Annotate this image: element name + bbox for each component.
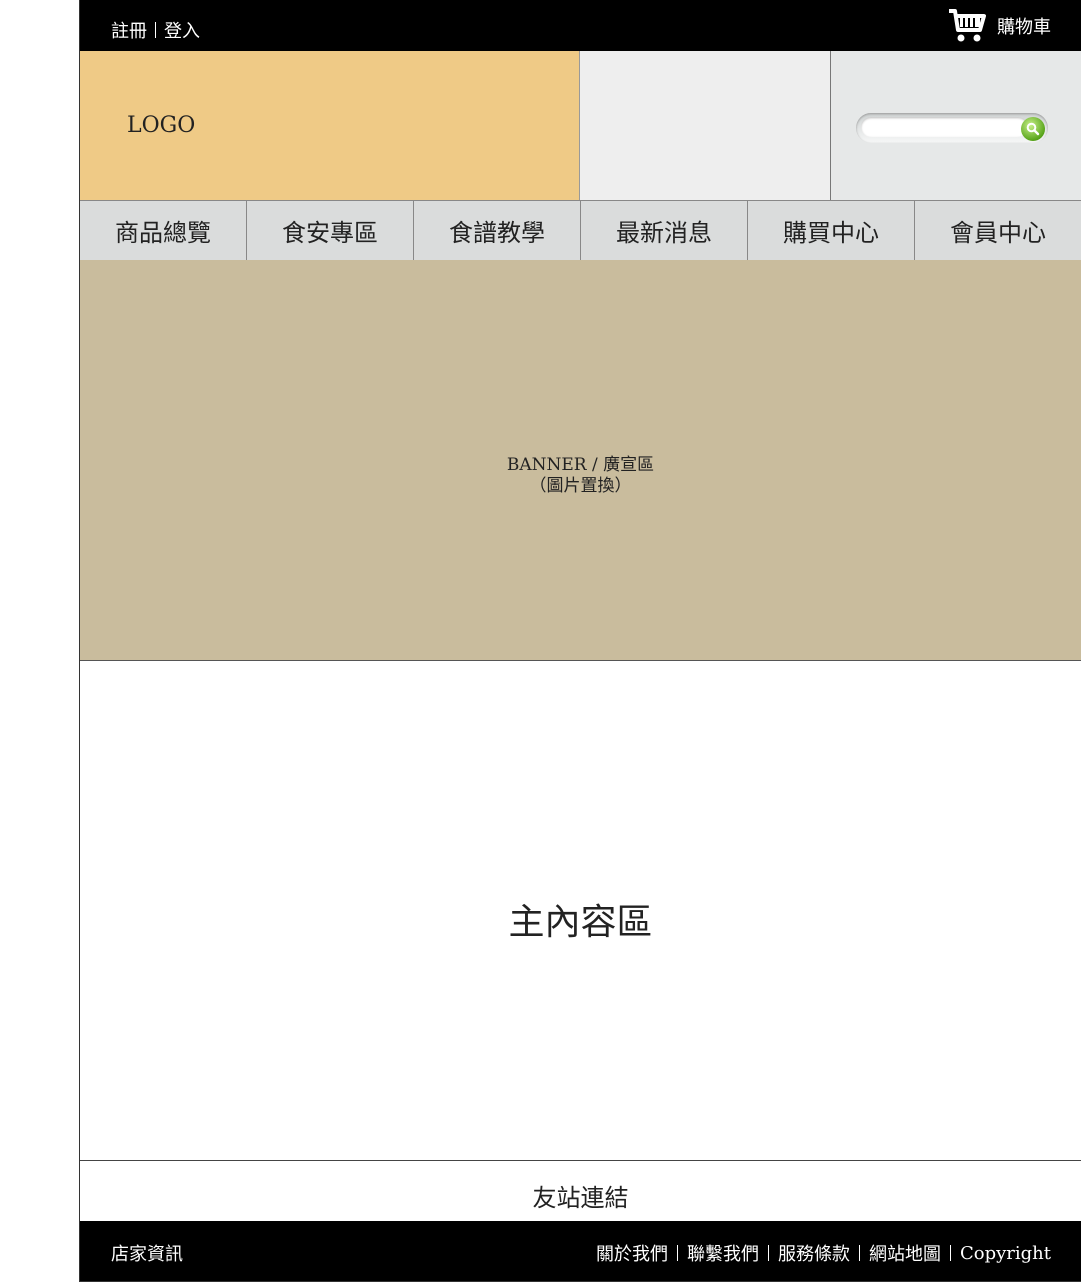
shop-info-link[interactable]: 店家資訊 <box>111 1240 183 1266</box>
search-box <box>856 113 1048 143</box>
footer: 店家資訊 關於我們 聯繫我們 服務條款 網站地圖 Copyright <box>80 1221 1081 1281</box>
banner[interactable]: BANNER / 廣宣區 （圖片置換） <box>80 260 1081 661</box>
header: LOGO <box>80 51 1081 200</box>
nav-item-news[interactable]: 最新消息 <box>581 201 748 260</box>
main-content-label: 主內容區 <box>508 902 653 943</box>
register-link[interactable]: 註冊 <box>111 17 147 43</box>
footer-link-about[interactable]: 關於我們 <box>596 1240 668 1266</box>
footer-link-contact[interactable]: 聯繫我們 <box>687 1240 759 1266</box>
logo-area[interactable]: LOGO <box>80 51 579 200</box>
divider <box>858 1245 860 1261</box>
main-content-area: 主內容區 <box>80 661 1081 1160</box>
footer-link-terms[interactable]: 服務條款 <box>778 1240 850 1266</box>
search-icon <box>1026 122 1040 136</box>
auth-links: 註冊 登入 <box>111 17 200 43</box>
nav-item-products[interactable]: 商品總覽 <box>80 201 247 260</box>
login-link[interactable]: 登入 <box>164 17 200 43</box>
header-blank-area <box>579 51 831 200</box>
search-button[interactable] <box>1021 117 1045 141</box>
banner-title: BANNER / 廣宣區 <box>506 455 655 475</box>
friend-links-label[interactable]: 友站連結 <box>80 1178 1081 1213</box>
divider <box>155 22 156 38</box>
banner-caption: BANNER / 廣宣區 （圖片置換） <box>80 455 1081 497</box>
footer-link-copyright[interactable]: Copyright <box>960 1243 1051 1264</box>
nav-item-food-safety[interactable]: 食安專區 <box>247 201 414 260</box>
main-nav: 商品總覽 食安專區 食譜教學 最新消息 購買中心 會員中心 <box>80 200 1081 261</box>
search-area <box>831 51 1081 200</box>
footer-links: 關於我們 聯繫我們 服務條款 網站地圖 Copyright <box>596 1240 1051 1266</box>
divider <box>949 1245 951 1261</box>
nav-item-member[interactable]: 會員中心 <box>915 201 1081 260</box>
nav-item-recipes[interactable]: 食譜教學 <box>414 201 581 260</box>
cart-label: 購物車 <box>997 17 1051 38</box>
cart-button[interactable]: 購物車 <box>947 8 1051 44</box>
page-frame: 註冊 登入 購物車 LOGO 商品總覽 食安專區 食譜教學 最新消息 購買中心 … <box>79 0 1081 1282</box>
divider <box>767 1245 769 1261</box>
footer-link-sitemap[interactable]: 網站地圖 <box>869 1240 941 1266</box>
nav-item-purchase[interactable]: 購買中心 <box>748 201 915 260</box>
top-bar: 註冊 登入 購物車 <box>80 0 1081 51</box>
cart-icon <box>949 9 986 42</box>
friend-links-area: 友站連結 <box>80 1160 1081 1221</box>
logo: LOGO <box>127 113 196 138</box>
banner-note: （圖片置換） <box>529 476 632 496</box>
divider <box>676 1245 678 1261</box>
search-input[interactable] <box>861 117 1028 137</box>
